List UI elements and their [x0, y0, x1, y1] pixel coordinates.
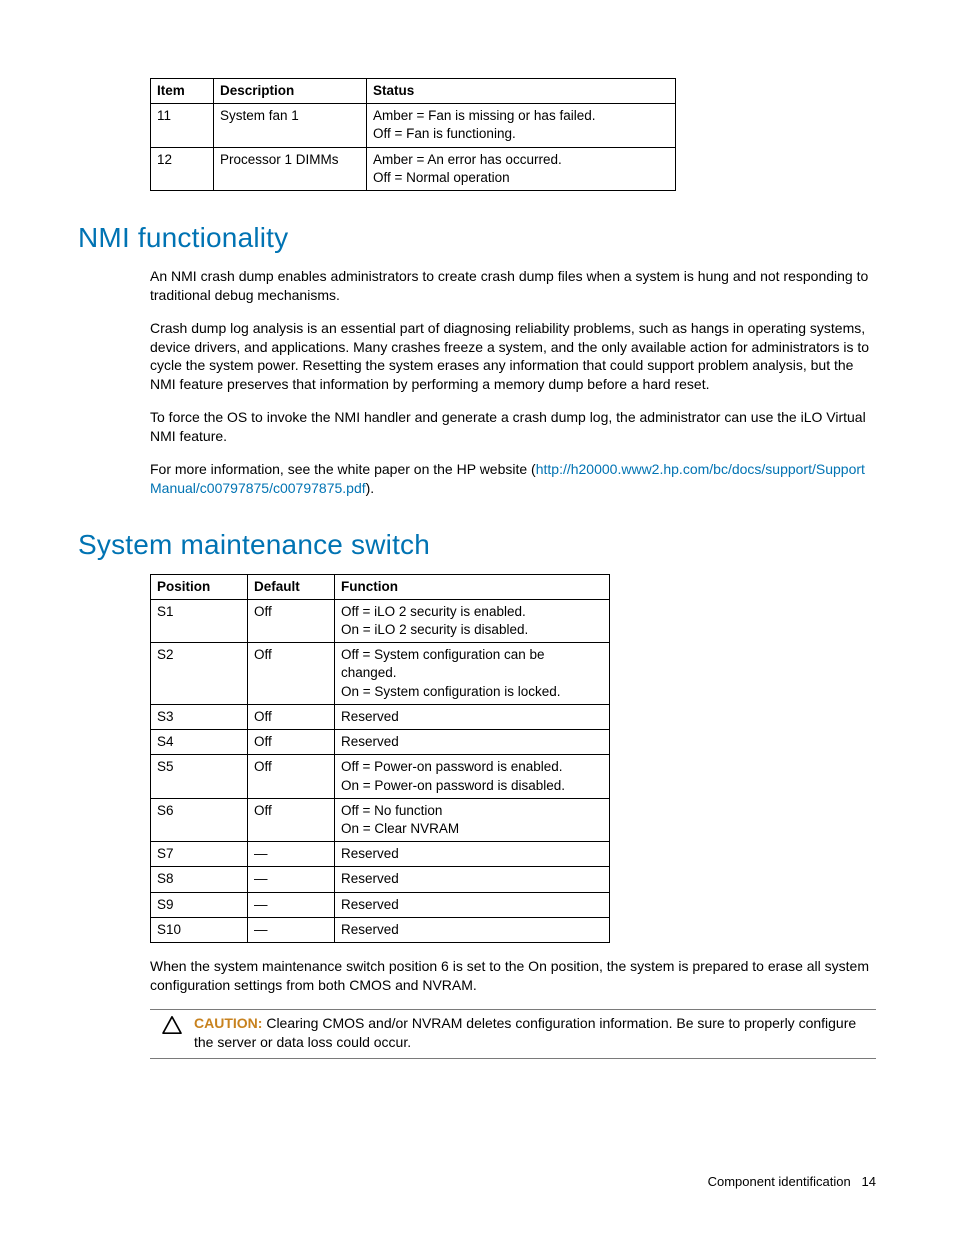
cell-default: Off: [248, 798, 335, 841]
status-table: Item Description Status 11 System fan 1 …: [150, 78, 676, 191]
table-header-row: Item Description Status: [151, 79, 676, 104]
cell-default: —: [248, 842, 335, 867]
cell-position: S2: [151, 643, 248, 705]
caution-block: CAUTION: Clearing CMOS and/or NVRAM dele…: [150, 1009, 876, 1059]
col-header-default: Default: [248, 574, 335, 599]
cell-position: S1: [151, 599, 248, 642]
heading-nmi-functionality: NMI functionality: [78, 219, 876, 257]
cell-default: Off: [248, 755, 335, 798]
col-header-position: Position: [151, 574, 248, 599]
cell-position: S7: [151, 842, 248, 867]
paragraph: Crash dump log analysis is an essential …: [150, 319, 876, 395]
cell-default: Off: [248, 730, 335, 755]
caution-text: CAUTION: Clearing CMOS and/or NVRAM dele…: [194, 1014, 876, 1052]
cell-position: S10: [151, 917, 248, 942]
cell-item: 11: [151, 104, 214, 147]
text: For more information, see the white pape…: [150, 461, 536, 477]
caution-body: Clearing CMOS and/or NVRAM deletes confi…: [194, 1015, 856, 1050]
maintenance-switch-table: Position Default Function S1 Off Off = i…: [150, 574, 610, 944]
footer-page-number: 14: [862, 1174, 876, 1189]
table-row: S3 Off Reserved: [151, 704, 610, 729]
cell-position: S9: [151, 892, 248, 917]
cell-function: Off = iLO 2 security is enabled. On = iL…: [335, 599, 610, 642]
cell-status: Amber = An error has occurred. Off = Nor…: [367, 147, 676, 190]
cell-default: —: [248, 867, 335, 892]
col-header-function: Function: [335, 574, 610, 599]
cell-position: S5: [151, 755, 248, 798]
cell-default: —: [248, 917, 335, 942]
paragraph: When the system maintenance switch posit…: [150, 957, 876, 995]
cell-position: S4: [151, 730, 248, 755]
cell-function: Reserved: [335, 917, 610, 942]
table-row: S6 Off Off = No function On = Clear NVRA…: [151, 798, 610, 841]
heading-system-maintenance-switch: System maintenance switch: [78, 526, 876, 564]
table-row: S8 — Reserved: [151, 867, 610, 892]
cell-default: —: [248, 892, 335, 917]
table-row: S2 Off Off = System configuration can be…: [151, 643, 610, 705]
cell-description: Processor 1 DIMMs: [214, 147, 367, 190]
cell-item: 12: [151, 147, 214, 190]
cell-status: Amber = Fan is missing or has failed. Of…: [367, 104, 676, 147]
cell-position: S3: [151, 704, 248, 729]
cell-default: Off: [248, 704, 335, 729]
cell-default: Off: [248, 599, 335, 642]
table-row: 12 Processor 1 DIMMs Amber = An error ha…: [151, 147, 676, 190]
cell-function: Off = No function On = Clear NVRAM: [335, 798, 610, 841]
footer-section: Component identification: [708, 1174, 851, 1189]
cell-position: S8: [151, 867, 248, 892]
cell-function: Reserved: [335, 730, 610, 755]
table-row: S7 — Reserved: [151, 842, 610, 867]
cell-default: Off: [248, 643, 335, 705]
cell-function: Off = Power-on password is enabled. On =…: [335, 755, 610, 798]
caution-icon: [150, 1014, 194, 1034]
paragraph: To force the OS to invoke the NMI handle…: [150, 408, 876, 446]
table-row: S1 Off Off = iLO 2 security is enabled. …: [151, 599, 610, 642]
cell-function: Reserved: [335, 842, 610, 867]
table-row: 11 System fan 1 Amber = Fan is missing o…: [151, 104, 676, 147]
table-row: S10 — Reserved: [151, 917, 610, 942]
text: ).: [366, 480, 375, 496]
table-row: S4 Off Reserved: [151, 730, 610, 755]
table-row: S5 Off Off = Power-on password is enable…: [151, 755, 610, 798]
table-header-row: Position Default Function: [151, 574, 610, 599]
col-header-item: Item: [151, 79, 214, 104]
paragraph: An NMI crash dump enables administrators…: [150, 267, 876, 305]
paragraph: For more information, see the white pape…: [150, 460, 876, 498]
cell-function: Reserved: [335, 867, 610, 892]
table-row: S9 — Reserved: [151, 892, 610, 917]
cell-description: System fan 1: [214, 104, 367, 147]
col-header-status: Status: [367, 79, 676, 104]
col-header-description: Description: [214, 79, 367, 104]
caution-label: CAUTION:: [194, 1015, 262, 1031]
cell-function: Reserved: [335, 892, 610, 917]
cell-position: S6: [151, 798, 248, 841]
page-footer: Component identification 14: [708, 1173, 876, 1191]
cell-function: Off = System configuration can be change…: [335, 643, 610, 705]
cell-function: Reserved: [335, 704, 610, 729]
